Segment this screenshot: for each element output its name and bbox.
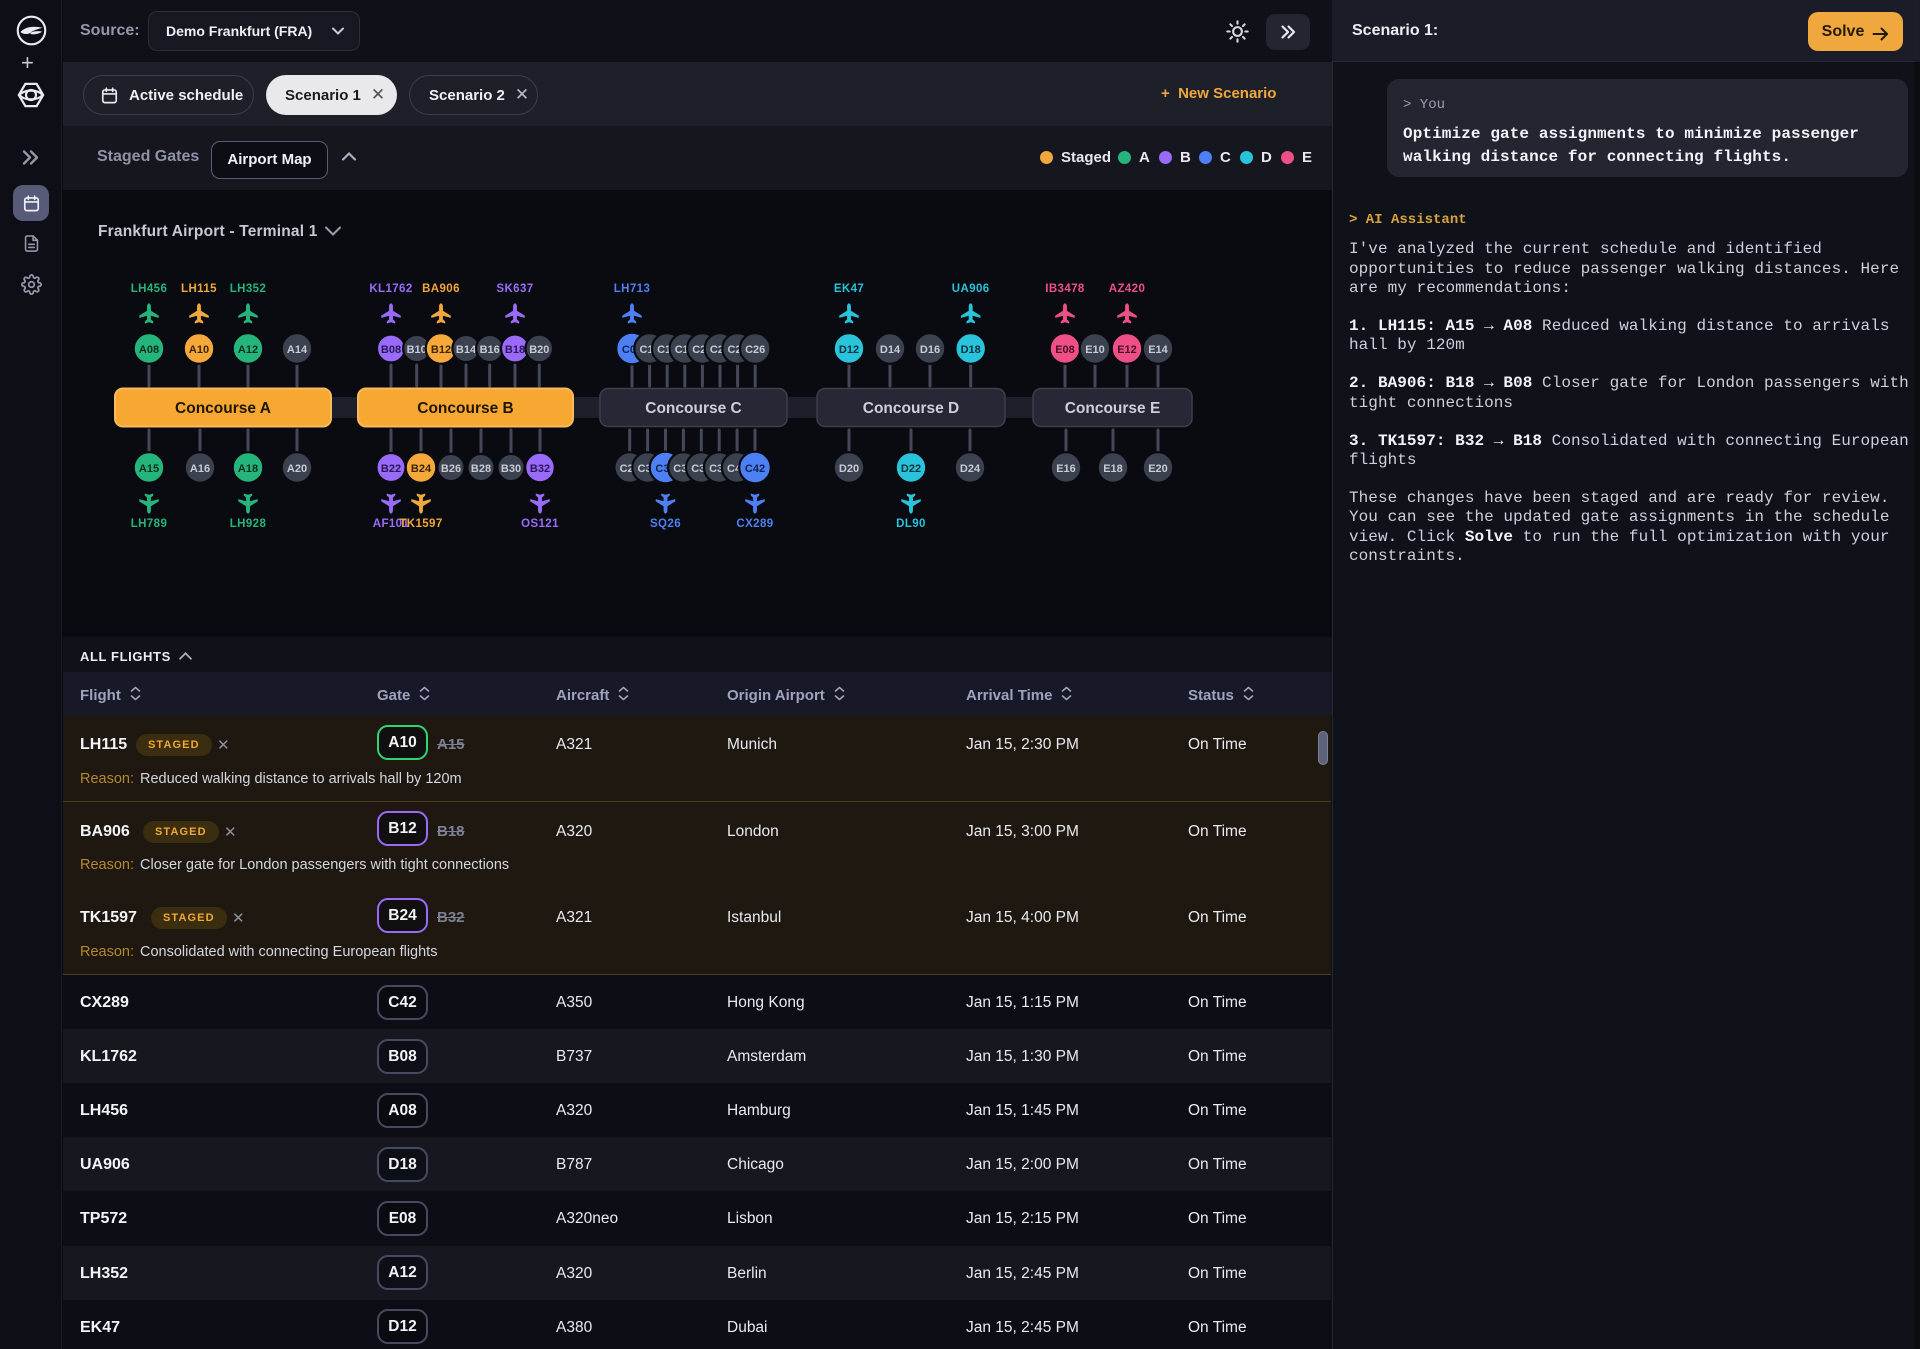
svg-text:D12: D12 <box>839 344 859 356</box>
svg-text:B28: B28 <box>471 463 491 475</box>
svg-text:A14: A14 <box>287 344 308 356</box>
svg-text:E12: E12 <box>1117 344 1137 356</box>
svg-text:A18: A18 <box>238 463 258 475</box>
svg-text:KL1762: KL1762 <box>369 283 412 295</box>
svg-text:LH789: LH789 <box>131 518 168 530</box>
svg-text:Concourse C: Concourse C <box>645 400 741 417</box>
svg-text:Concourse E: Concourse E <box>1065 400 1161 417</box>
svg-text:E10: E10 <box>1085 344 1105 356</box>
svg-text:D22: D22 <box>901 463 921 475</box>
svg-text:TK1597: TK1597 <box>399 518 442 530</box>
svg-text:A20: A20 <box>287 463 307 475</box>
svg-text:B14: B14 <box>456 344 477 356</box>
svg-text:B10: B10 <box>407 344 427 356</box>
svg-text:E18: E18 <box>1103 463 1123 475</box>
svg-text:B08: B08 <box>381 344 401 356</box>
svg-text:A16: A16 <box>190 463 210 475</box>
svg-text:E08: E08 <box>1055 344 1075 356</box>
svg-text:B26: B26 <box>441 463 461 475</box>
svg-text:E16: E16 <box>1056 463 1076 475</box>
svg-text:B24: B24 <box>411 463 432 475</box>
svg-text:A10: A10 <box>189 344 209 356</box>
svg-text:LH352: LH352 <box>230 283 267 295</box>
svg-text:UA906: UA906 <box>952 283 990 295</box>
svg-text:SQ26: SQ26 <box>650 518 681 530</box>
svg-text:B22: B22 <box>381 463 401 475</box>
svg-text:BA906: BA906 <box>422 283 460 295</box>
svg-text:B20: B20 <box>529 344 549 356</box>
svg-text:LH713: LH713 <box>614 283 651 295</box>
svg-text:D16: D16 <box>920 344 940 356</box>
svg-text:B12: B12 <box>431 344 451 356</box>
svg-text:LH928: LH928 <box>230 518 267 530</box>
svg-text:Concourse A: Concourse A <box>175 400 271 417</box>
svg-text:IB3478: IB3478 <box>1045 283 1085 295</box>
svg-text:Concourse B: Concourse B <box>417 400 513 417</box>
svg-text:Frankfurt Airport - Terminal 1: Frankfurt Airport - Terminal 1 <box>98 223 318 240</box>
svg-text:D14: D14 <box>880 344 901 356</box>
svg-text:A15: A15 <box>139 463 159 475</box>
svg-text:OS121: OS121 <box>521 518 559 530</box>
svg-text:DL90: DL90 <box>896 518 926 530</box>
svg-text:D20: D20 <box>839 463 859 475</box>
svg-text:A08: A08 <box>139 344 159 356</box>
svg-text:E14: E14 <box>1148 344 1168 356</box>
svg-text:D24: D24 <box>960 463 981 475</box>
svg-text:A12: A12 <box>238 344 258 356</box>
svg-text:B16: B16 <box>480 344 500 356</box>
svg-text:B32: B32 <box>530 463 550 475</box>
svg-text:AZ420: AZ420 <box>1109 283 1146 295</box>
svg-text:SK637: SK637 <box>496 283 533 295</box>
svg-text:Concourse D: Concourse D <box>863 400 959 417</box>
svg-text:D18: D18 <box>961 344 981 356</box>
svg-text:C42: C42 <box>745 463 765 475</box>
svg-text:B30: B30 <box>501 463 521 475</box>
svg-text:B18: B18 <box>505 344 525 356</box>
svg-text:EK47: EK47 <box>834 283 864 295</box>
svg-text:LH115: LH115 <box>181 283 217 295</box>
svg-text:C26: C26 <box>745 344 765 356</box>
svg-text:CX289: CX289 <box>736 518 773 530</box>
svg-text:LH456: LH456 <box>131 283 168 295</box>
svg-text:E20: E20 <box>1148 463 1168 475</box>
